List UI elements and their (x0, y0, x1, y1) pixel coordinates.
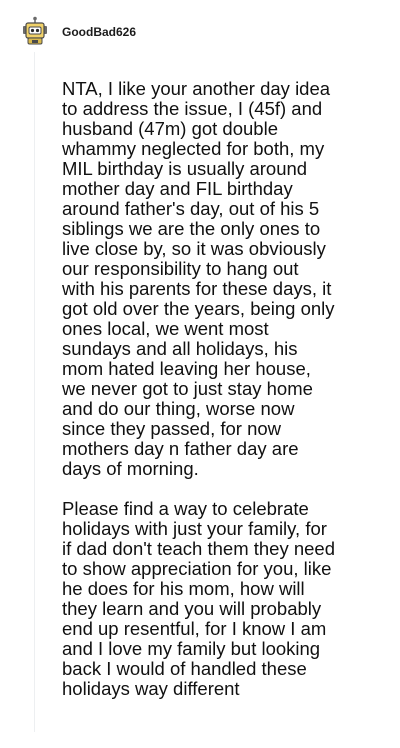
comment-paragraph-2: Please find a way to celebrate holidays … (62, 498, 336, 699)
comment-author[interactable]: GoodBad626 (62, 24, 136, 40)
comment-paragraph-1: NTA, I like your another day idea to add… (62, 78, 335, 479)
snoo-avatar-icon[interactable] (20, 16, 50, 46)
thread-collapse-line[interactable] (34, 52, 35, 732)
comment: GoodBad626 NTA, I like your another day … (0, 0, 400, 748)
comment-body: NTA, I like your another day idea to add… (62, 79, 376, 699)
